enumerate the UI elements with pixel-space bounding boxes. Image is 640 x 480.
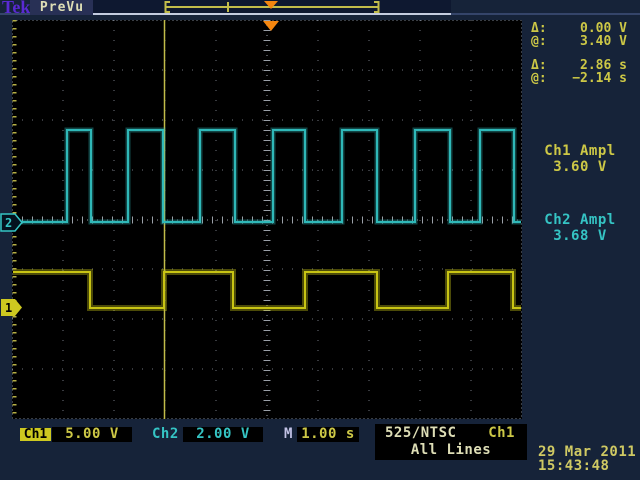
time-text: 15:43:48 — [538, 459, 636, 473]
trigger-source: Ch1 — [488, 425, 515, 442]
ch1-ampl-label: Ch1 Ampl — [527, 143, 633, 159]
at-symbol: @: — [531, 35, 547, 48]
ch2-ground-marker: 2 — [1, 214, 22, 231]
ch2-ampl-value: 3.68 V — [527, 228, 633, 244]
ch1-trace — [13, 272, 521, 308]
ch2-label: Ch2 — [152, 427, 179, 442]
ch2-ampl-measurement: Ch2 Ampl 3.68 V — [527, 212, 633, 244]
date-text: 29 Mar 2011 — [538, 445, 636, 459]
trigger-readout-box: 525/NTSC Ch1 All Lines — [375, 424, 527, 460]
ch2-ampl-label: Ch2 Ampl — [527, 212, 633, 228]
timebase-label: M — [284, 427, 293, 442]
ch1-ampl-value: 3.60 V — [527, 159, 633, 175]
at-v-value: 3.40 V — [580, 35, 627, 48]
datetime-readout: 29 Mar 2011 15:43:48 — [538, 445, 636, 473]
ch2-marker-label: 2 — [5, 216, 12, 230]
ch1-badge: Ch1 — [20, 428, 51, 441]
trigger-mode: All Lines — [375, 442, 527, 459]
cursor-at-v-row: @: 3.40 V — [531, 35, 627, 48]
ch1-ampl-measurement: Ch1 Ampl 3.60 V — [527, 143, 633, 175]
ch1-ground-marker: 1 — [1, 299, 22, 316]
ch1-scale-readout: 5.00 V — [52, 427, 132, 442]
ch2-scale-readout: 2.00 V — [183, 427, 263, 442]
timebase-readout: 1.00 s — [297, 427, 359, 442]
oscilloscope-screen: Tek PreVu — [0, 0, 640, 480]
at-symbol: @: — [531, 72, 547, 85]
record-view-window — [166, 1, 379, 12]
ch1-marker-label: 1 — [5, 301, 12, 315]
trigger-position-icon — [263, 21, 279, 31]
cursor-at-t-row: @: −2.14 s — [531, 72, 627, 85]
ch2-trace-fuzz — [13, 130, 521, 222]
at-t-value: −2.14 s — [572, 72, 627, 85]
trigger-standard: 525/NTSC — [385, 425, 456, 442]
